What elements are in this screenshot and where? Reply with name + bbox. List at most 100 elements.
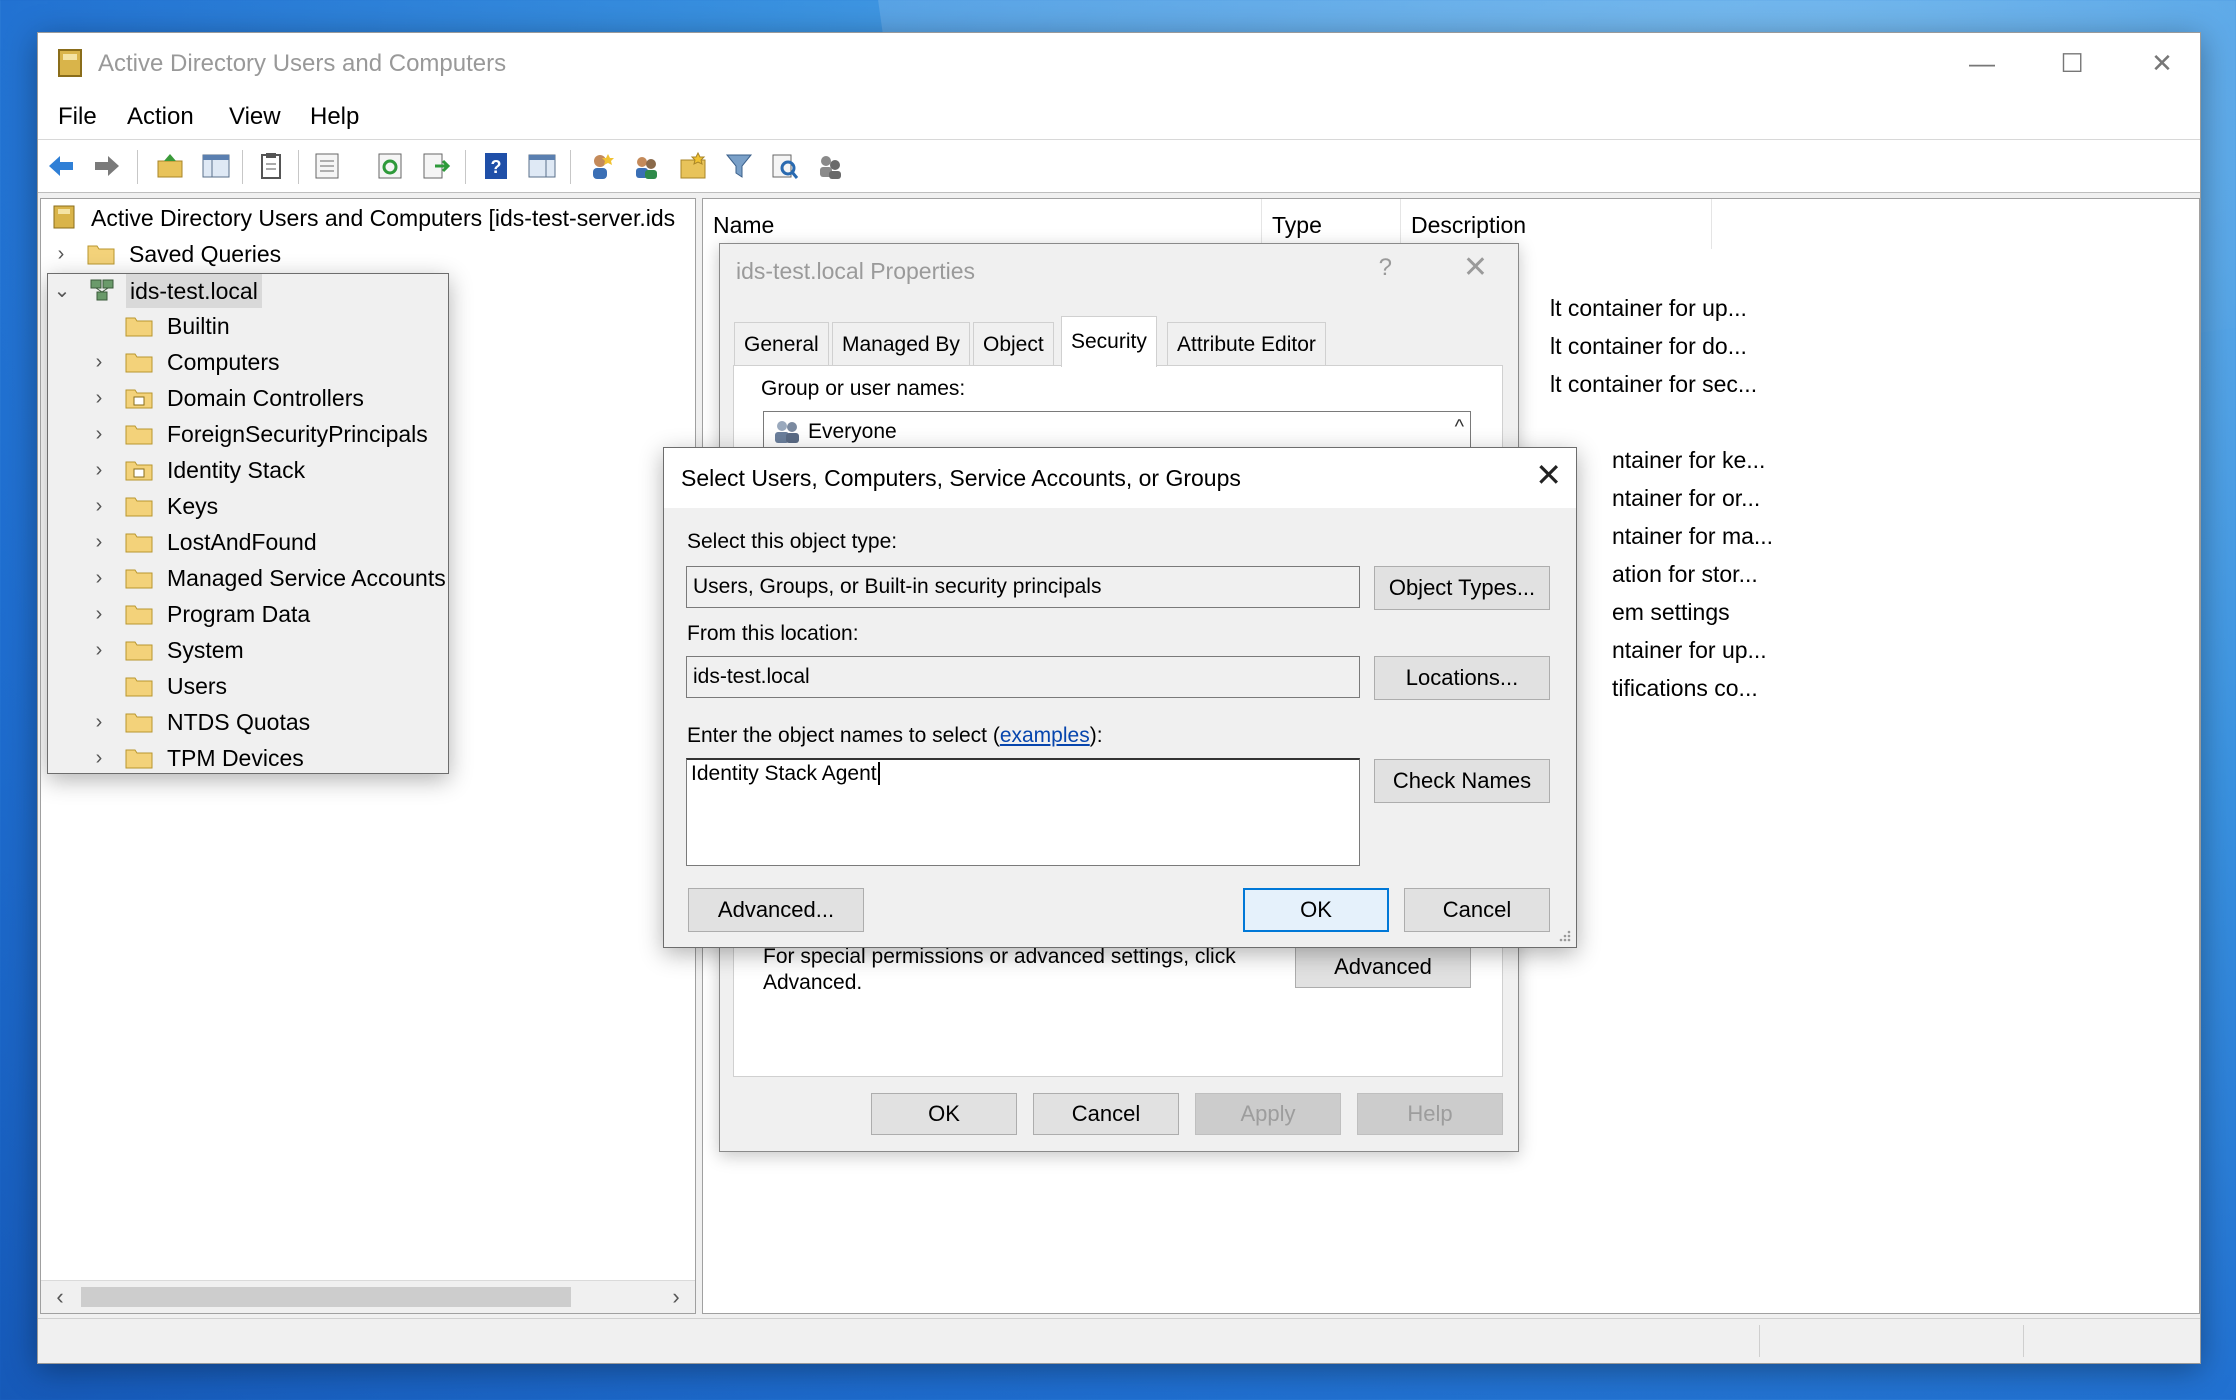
chevron-right-icon[interactable]: › <box>89 345 109 379</box>
filter-icon[interactable] <box>724 151 754 181</box>
tree-root[interactable]: Active Directory Users and Computers [id… <box>47 201 695 235</box>
close-icon[interactable]: ✕ <box>1463 250 1488 285</box>
tree-item-label: System <box>167 637 244 663</box>
list-item-description: tifications co... <box>1612 675 1758 701</box>
export-list-icon[interactable] <box>421 151 451 181</box>
back-arrow-icon[interactable] <box>46 151 76 181</box>
help-icon[interactable]: ? <box>1379 254 1392 282</box>
ok-button[interactable]: OK <box>1243 888 1389 932</box>
forward-arrow-icon[interactable] <box>92 151 122 181</box>
cancel-button[interactable]: Cancel <box>1033 1093 1179 1135</box>
tree-item-computers[interactable]: › Computers <box>47 345 607 379</box>
folder-icon <box>125 605 153 625</box>
select-dialog-title: Select Users, Computers, Service Account… <box>681 465 1241 491</box>
tree-item-lost-and-found[interactable]: › LostAndFound <box>47 525 607 559</box>
scroll-up-arrow[interactable]: ^ <box>1455 416 1464 439</box>
list-item-everyone[interactable]: Everyone <box>808 420 897 444</box>
location-field: ids-test.local <box>686 656 1360 698</box>
tab-security[interactable]: Security <box>1061 316 1157 367</box>
tree-item-builtin[interactable]: Builtin <box>47 309 607 343</box>
chevron-right-icon[interactable]: › <box>89 561 109 595</box>
tree-item-foreign-security-principals[interactable]: › ForeignSecurityPrincipals <box>47 417 607 451</box>
menu-action[interactable]: Action <box>127 103 194 131</box>
chevron-down-icon[interactable]: ⌄ <box>52 274 72 308</box>
tree-item-program-data[interactable]: › Program Data <box>47 597 607 631</box>
tree-item-managed-service-accounts[interactable]: › Managed Service Accounts <box>47 561 607 595</box>
tab-attribute-editor[interactable]: Attribute Editor <box>1167 322 1326 365</box>
tab-general[interactable]: General <box>734 322 829 365</box>
toolbar-separator <box>137 150 138 184</box>
object-names-value: Identity Stack Agent <box>691 762 880 785</box>
check-names-button[interactable]: Check Names <box>1374 759 1550 803</box>
status-separator <box>1759 1325 1760 1357</box>
column-header-type[interactable]: Type <box>1262 199 1401 249</box>
resize-grip-icon[interactable] <box>1558 929 1572 943</box>
chevron-right-icon[interactable]: › <box>89 705 109 739</box>
cancel-button[interactable]: Cancel <box>1404 888 1550 932</box>
find-icon[interactable] <box>770 151 800 181</box>
list-item-description: ntainer for ma... <box>1612 523 1774 549</box>
action-pane-icon[interactable] <box>527 151 557 181</box>
advanced-permissions-button[interactable]: Advanced <box>1295 946 1471 988</box>
tree-item-keys[interactable]: › Keys <box>47 489 607 523</box>
close-icon[interactable]: ✕ <box>1535 456 1562 494</box>
object-names-input[interactable]: Identity Stack Agent <box>686 758 1360 866</box>
tree-horizontal-scrollbar[interactable]: ‹ › <box>41 1280 695 1313</box>
menu-help[interactable]: Help <box>310 103 359 131</box>
properties-icon[interactable] <box>312 151 342 181</box>
chevron-right-icon[interactable]: › <box>89 453 109 487</box>
examples-link[interactable]: examples <box>1000 724 1090 747</box>
tree-item-ntds-quotas[interactable]: › NTDS Quotas <box>47 705 607 739</box>
scrollbar-thumb[interactable] <box>81 1287 571 1307</box>
new-user-icon[interactable] <box>586 151 616 181</box>
tab-object[interactable]: Object <box>973 322 1054 365</box>
toolbar-separator <box>570 150 571 184</box>
clipboard-icon[interactable] <box>256 151 286 181</box>
tree-item-label: Keys <box>167 493 219 519</box>
chevron-right-icon[interactable]: › <box>51 237 71 271</box>
close-button[interactable]: ✕ <box>2132 43 2192 83</box>
tree-item-saved-queries[interactable]: › Saved Queries <box>47 237 447 271</box>
apply-button[interactable]: Apply <box>1195 1093 1341 1135</box>
chevron-right-icon[interactable]: › <box>89 741 109 775</box>
toolbar: ? <box>38 140 2200 193</box>
scroll-right-arrow[interactable]: › <box>661 1281 691 1313</box>
maximize-button[interactable]: ☐ <box>2042 43 2102 83</box>
tree-item-domain-controllers[interactable]: › Domain Controllers <box>47 381 607 415</box>
chevron-right-icon[interactable]: › <box>89 597 109 631</box>
column-header-description[interactable]: Description <box>1401 199 1712 249</box>
menu-view[interactable]: View <box>229 103 281 131</box>
help-icon[interactable]: ? <box>481 151 511 181</box>
chevron-right-icon[interactable]: › <box>89 381 109 415</box>
column-header-name[interactable]: Name <box>703 199 1262 249</box>
folder-icon <box>125 641 153 661</box>
toolbar-separator <box>465 150 466 184</box>
refresh-icon[interactable] <box>375 151 405 181</box>
folder-icon <box>125 353 153 373</box>
tree-item-tpm-devices[interactable]: › TPM Devices <box>47 741 607 775</box>
add-to-group-icon[interactable] <box>816 151 846 181</box>
new-ou-icon[interactable] <box>678 151 708 181</box>
minimize-button[interactable]: — <box>1952 43 2012 83</box>
help-button[interactable]: Help <box>1357 1093 1503 1135</box>
tree-item-identity-stack[interactable]: › Identity Stack <box>47 453 607 487</box>
object-types-button[interactable]: Object Types... <box>1374 566 1550 610</box>
locations-button[interactable]: Locations... <box>1374 656 1550 700</box>
chevron-right-icon[interactable]: › <box>89 417 109 451</box>
chevron-right-icon[interactable]: › <box>89 489 109 523</box>
tree-item-system[interactable]: › System <box>47 633 607 667</box>
chevron-right-icon[interactable]: › <box>89 633 109 667</box>
group-or-user-names-label: Group or user names: <box>761 377 966 400</box>
scroll-left-arrow[interactable]: ‹ <box>45 1281 75 1313</box>
menu-file[interactable]: File <box>58 103 97 131</box>
show-hide-tree-icon[interactable] <box>201 151 231 181</box>
new-group-icon[interactable] <box>632 151 662 181</box>
chevron-right-icon[interactable]: › <box>89 525 109 559</box>
ou-folder-icon <box>125 389 153 409</box>
tree-item-users[interactable]: Users <box>47 669 607 703</box>
tab-managed-by[interactable]: Managed By <box>832 322 970 365</box>
advanced-button[interactable]: Advanced... <box>688 888 864 932</box>
ok-button[interactable]: OK <box>871 1093 1017 1135</box>
users-group-icon <box>775 421 799 443</box>
up-folder-icon[interactable] <box>155 151 185 181</box>
